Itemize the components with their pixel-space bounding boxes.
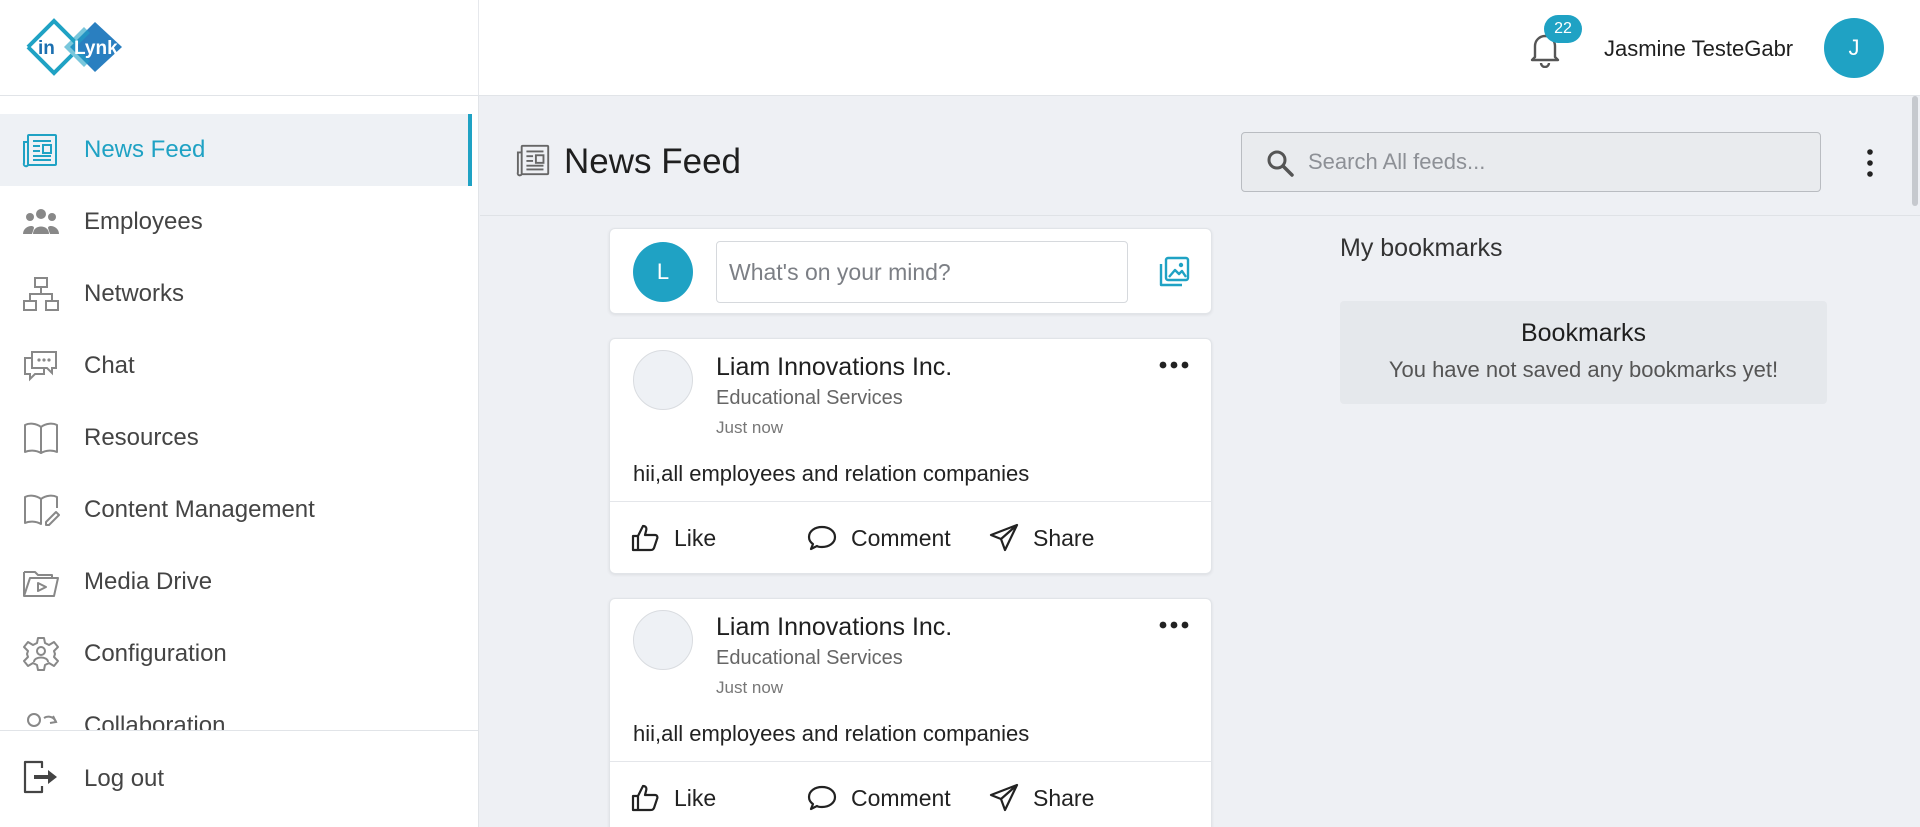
main-content: News Feed L Liam In [480,96,1920,827]
post-more-icon[interactable] [1158,359,1190,371]
user-name[interactable]: Jasmine TesteGabr [1604,36,1793,62]
sidebar-item-label: Employees [84,208,203,235]
thumbs-up-icon [631,784,659,812]
book-icon [24,422,58,454]
post-composer: L [609,228,1212,314]
company-avatar[interactable] [633,350,693,410]
sidebar-item-collaboration[interactable]: Collaboration [0,690,472,734]
sidebar-item-label: News Feed [84,136,206,163]
share-button[interactable]: Share [989,762,1094,827]
like-button[interactable]: Like [630,502,716,574]
post-actions: Like Comment Share [610,761,1211,827]
notification-count-badge[interactable]: 22 [1544,15,1582,43]
logo-area: in Lynk [0,0,479,95]
sidebar-item-label: Networks [84,280,185,307]
sidebar: News Feed Employees Networks Chat Resour… [0,96,479,827]
like-label: Like [674,524,717,551]
page-title: News Feed [564,142,742,181]
more-options-icon[interactable] [1863,148,1877,178]
post-card: Liam Innovations Inc. Educational Servic… [609,338,1212,574]
media-drive-icon [23,571,59,597]
bookmarks-heading: Bookmarks [1520,319,1647,347]
post-category: Educational Services [716,647,903,669]
post-category: Educational Services [716,387,903,409]
bookmarks-panel: Bookmarks You have not saved any bookmar… [1340,301,1827,404]
logout-label: Log out [84,765,165,792]
avatar: L [633,242,693,302]
bookmarks-empty-message: You have not saved any bookmarks yet! [1388,357,1779,382]
thumbs-up-icon [631,524,659,552]
add-photo-icon[interactable] [1157,255,1191,289]
sidebar-item-label: Media Drive [84,568,213,595]
news-feed-icon [22,134,57,168]
comment-label: Comment [851,784,951,811]
user-avatar[interactable]: J [1824,18,1884,78]
share-label: Share [1033,784,1095,811]
post-more-icon[interactable] [1158,619,1190,631]
share-button[interactable]: Share [989,502,1094,574]
logout-button[interactable]: Log out [0,730,478,827]
search-icon [1267,150,1294,177]
inlynk-logo[interactable]: in Lynk [24,16,126,78]
content-management-icon [24,494,60,526]
post-company-name[interactable]: Liam Innovations Inc. [716,613,952,642]
post-input[interactable] [716,241,1128,303]
networks-icon [23,277,59,311]
sidebar-nav: News Feed Employees Networks Chat Resour… [0,114,472,734]
sidebar-item-label: Chat [84,352,135,379]
post-actions: Like Comment Share [610,501,1211,573]
post-body: hii,all employees and relation companies [633,721,1030,746]
chat-icon [24,351,57,382]
comment-icon [807,525,837,551]
sidebar-item-networks[interactable]: Networks [0,258,472,330]
search-box[interactable] [1241,132,1821,192]
gear-icon [23,637,59,671]
post-timestamp: Just now [716,678,784,697]
post-card: Liam Innovations Inc. Educational Servic… [609,598,1212,827]
comment-label: Comment [851,524,951,551]
comment-button[interactable]: Comment [807,502,951,574]
svg-text:Lynk: Lynk [74,38,118,59]
comment-button[interactable]: Comment [807,762,951,827]
sidebar-item-label: Resources [84,424,199,451]
sidebar-item-content-management[interactable]: Content Management [0,474,472,546]
comment-icon [807,785,837,811]
search-input[interactable] [1308,143,1798,181]
post-body: hii,all employees and relation companies [633,461,1030,486]
post-timestamp: Just now [716,418,784,437]
send-icon [989,523,1019,552]
top-header: in Lynk 22 Jasmine TesteGabr J [0,0,1920,96]
sidebar-item-configuration[interactable]: Configuration [0,618,472,690]
employees-icon [23,209,59,234]
svg-text:in: in [38,38,55,59]
sidebar-item-label: Content Management [84,496,315,523]
sidebar-item-chat[interactable]: Chat [0,330,472,402]
sidebar-item-employees[interactable]: Employees [0,186,472,258]
share-label: Share [1033,524,1095,551]
sidebar-item-resources[interactable]: Resources [0,402,472,474]
bookmarks-section-title: My bookmarks [1340,234,1503,262]
post-company-name[interactable]: Liam Innovations Inc. [716,353,952,382]
sidebar-item-news-feed[interactable]: News Feed [0,114,472,186]
send-icon [989,783,1019,812]
main-scrollbar[interactable] [1912,96,1918,206]
like-label: Like [674,784,717,811]
news-feed-icon [516,144,550,177]
sidebar-item-label: Configuration [84,640,227,667]
like-button[interactable]: Like [630,762,716,827]
page-header: News Feed [480,96,1920,216]
company-avatar[interactable] [633,610,693,670]
logout-icon [23,760,57,794]
sidebar-item-media-drive[interactable]: Media Drive [0,546,472,618]
